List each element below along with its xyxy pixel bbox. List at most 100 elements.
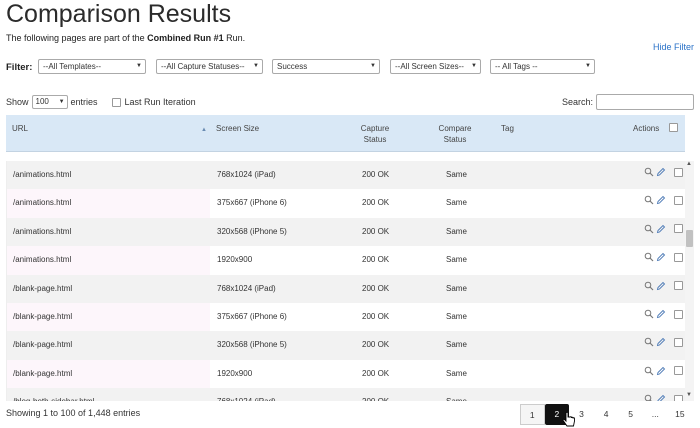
capture-status-cell: 200 OK	[362, 312, 390, 321]
chevron-down-icon: ▼	[58, 99, 65, 105]
chevron-down-icon: ▼	[471, 63, 477, 69]
screen-size-cell: 320x568 (iPhone 5)	[217, 226, 287, 236]
pencil-icon[interactable]	[656, 337, 666, 347]
templates-select[interactable]: --All Templates-- ▼	[38, 59, 146, 74]
compare-status-cell: Same	[446, 397, 467, 401]
table-row: /blank-page.html 768x1024 (iPad) 200 OK Sam…	[7, 274, 686, 304]
pencil-icon[interactable]	[656, 281, 666, 291]
screen-size-select[interactable]: --All Screen Sizes-- ▼	[390, 59, 481, 74]
chevron-down-icon: ▼	[136, 63, 142, 69]
screen-size-select-value: --All Screen Sizes--	[395, 62, 464, 71]
search-icon[interactable]	[644, 195, 654, 205]
filter-label: Filter:	[6, 61, 33, 73]
capture-status-select-value: --All Capture Statuses--	[161, 62, 245, 71]
search-label: Search:	[562, 97, 594, 107]
screen-size-cell: 768x1024 (iPad)	[217, 170, 276, 179]
row-checkbox[interactable]	[674, 281, 683, 291]
row-checkbox[interactable]	[674, 366, 683, 376]
capture-status-select[interactable]: --All Capture Statuses-- ▼	[156, 59, 263, 74]
compare-status-cell: Same	[446, 198, 467, 208]
page-link-1[interactable]: 1	[520, 404, 545, 425]
pagination-ellipsis: ...	[651, 409, 659, 419]
url-cell: /blank-page.html	[13, 312, 73, 321]
tags-select[interactable]: -- All Tags -- ▼	[490, 59, 595, 74]
search-icon[interactable]	[644, 366, 654, 376]
search-icon[interactable]	[644, 224, 654, 234]
search-icon[interactable]	[644, 337, 654, 347]
pagination: 1 2 3 4 5... 15	[520, 404, 692, 425]
scrollbar-thumb[interactable]	[686, 230, 693, 247]
show-label: Show	[6, 97, 29, 107]
capture-status-header-line1: Capture	[360, 124, 390, 133]
chevron-down-icon: ▼	[585, 63, 591, 69]
templates-select-value: --All Templates--	[43, 62, 102, 71]
search-icon[interactable]	[644, 252, 654, 262]
entries-info: Showing 1 to 100 of 1,448 entries	[6, 408, 141, 418]
column-header-screen-size[interactable]: Screen Size	[216, 123, 259, 134]
row-actions	[644, 224, 683, 234]
screen-size-cell: 768x1024 (iPad)	[217, 283, 276, 293]
chevron-down-icon: ▼	[370, 63, 376, 69]
screen-size-cell: 1920x900	[217, 255, 253, 265]
row-checkbox[interactable]	[674, 394, 683, 401]
entries-label: entries	[70, 97, 98, 107]
select-all-checkbox[interactable]	[669, 123, 678, 132]
capture-status-cell: 200 OK	[362, 255, 390, 265]
url-cell: /blank-page.html	[13, 368, 73, 378]
search-icon[interactable]	[644, 394, 654, 401]
scroll-down-icon[interactable]: ▼	[686, 392, 692, 398]
row-checkbox[interactable]	[674, 337, 683, 347]
row-actions	[644, 281, 683, 291]
sort-ascending-icon[interactable]: ▲	[201, 127, 207, 133]
table-row: /blank-page.html 320x568 (iPhone 5) 200 OK…	[7, 331, 686, 361]
capture-status-cell: 200 OK	[362, 283, 390, 293]
row-checkbox[interactable]	[674, 167, 683, 177]
last-run-checkbox[interactable]	[111, 97, 121, 107]
pencil-icon[interactable]	[656, 167, 666, 177]
compare-status-cell: Same	[446, 368, 467, 378]
column-header-tag[interactable]: Tag	[501, 123, 514, 134]
compare-status-cell: Same	[446, 283, 467, 293]
column-header-url[interactable]: URL	[12, 123, 28, 134]
subtitle-suffix: Run.	[223, 33, 246, 43]
tags-select-value: -- All Tags --	[495, 62, 538, 71]
pencil-icon[interactable]	[656, 394, 666, 401]
screen-size-cell: 320x568 (iPhone 5)	[217, 340, 287, 350]
pencil-icon[interactable]	[656, 224, 666, 234]
pencil-icon[interactable]	[656, 252, 666, 262]
run-name: Combined Run #1	[147, 33, 224, 43]
pencil-icon[interactable]	[656, 366, 666, 376]
page-link-4[interactable]: 4	[594, 404, 619, 425]
row-checkbox[interactable]	[674, 195, 683, 205]
pencil-icon[interactable]	[656, 195, 666, 205]
column-header-capture-status[interactable]: Capture Status	[358, 123, 392, 145]
search-input[interactable]	[596, 94, 694, 110]
column-header-compare-status[interactable]: Compare Status	[436, 123, 474, 145]
page-link-15[interactable]: 15	[668, 404, 693, 425]
compare-status-cell: Same	[446, 226, 467, 236]
url-cell: /animations.html	[13, 170, 72, 179]
chevron-down-icon: ▼	[253, 63, 259, 69]
row-actions	[644, 252, 683, 262]
capture-status-cell: 200 OK	[362, 340, 390, 350]
table-scrollbar[interactable]	[685, 161, 694, 401]
search-icon[interactable]	[644, 309, 654, 319]
search-icon[interactable]	[644, 167, 654, 177]
compare-status-header-line1: Compare	[438, 124, 472, 133]
compare-status-select[interactable]: Success ▼	[272, 59, 380, 74]
entries-select[interactable]: 100 ▼	[31, 95, 68, 109]
scroll-up-icon[interactable]: ▲	[686, 161, 692, 167]
pencil-icon[interactable]	[656, 309, 666, 319]
row-checkbox[interactable]	[674, 252, 683, 262]
capture-status-cell: 200 OK	[362, 170, 390, 179]
row-actions	[644, 394, 683, 401]
capture-status-cell: 200 OK	[362, 368, 390, 378]
search-icon[interactable]	[644, 281, 654, 291]
page-link-5[interactable]: 5	[618, 404, 643, 425]
capture-status-cell: 200 OK	[362, 198, 390, 208]
capture-status-cell: 200 OK	[362, 397, 389, 401]
row-actions	[644, 366, 683, 376]
row-checkbox[interactable]	[674, 224, 683, 234]
hide-filter-link[interactable]: Hide Filter	[653, 42, 694, 52]
row-checkbox[interactable]	[674, 309, 683, 319]
